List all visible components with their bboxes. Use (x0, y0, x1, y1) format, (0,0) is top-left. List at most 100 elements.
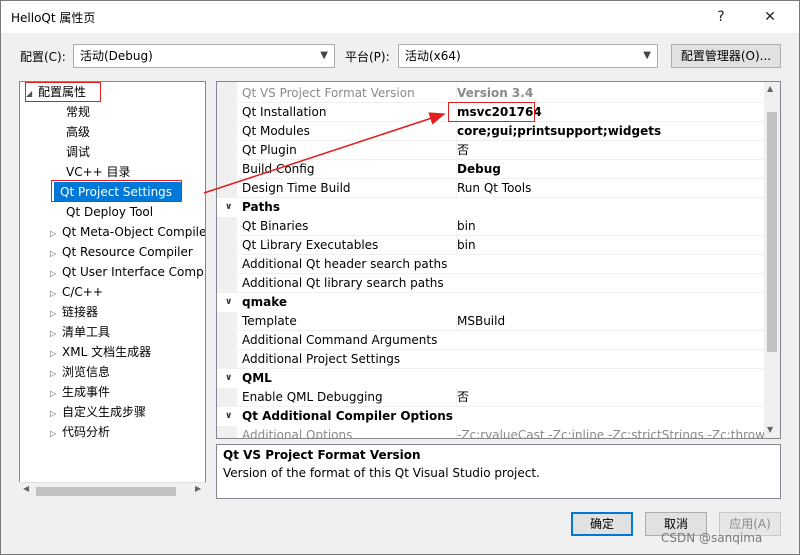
collapse-icon[interactable]: ∨ (225, 407, 232, 426)
tree-item-browse-info[interactable]: ▷ 浏览信息 (50, 362, 110, 382)
tree-item-qt-moc[interactable]: ▷ Qt Meta-Object Compile (50, 222, 206, 242)
property-row[interactable]: Design Time Build Run Qt Tools (217, 179, 765, 198)
tree-item-code-analysis[interactable]: ▷ 代码分析 (50, 422, 110, 442)
description-text: Version of the format of this Qt Visual … (223, 466, 540, 480)
category-paths[interactable]: ∨ Paths (217, 198, 765, 217)
property-row[interactable]: Build Config Debug (217, 160, 765, 179)
property-value: core;gui;printsupport;widgets (456, 122, 661, 141)
expand-icon: ▷ (50, 309, 57, 318)
property-name: Additional Command Arguments (242, 333, 438, 347)
property-row[interactable]: Additional Options -Zc:rvalueCast -Zc:in… (217, 426, 780, 438)
description-pane: Qt VS Project Format Version Version of … (216, 444, 781, 499)
expand-icon: ▷ (50, 369, 57, 378)
tree-item-label: 自定义生成步骤 (62, 405, 147, 419)
tree-item-vc-directories[interactable]: VC++ 目录 (66, 162, 131, 182)
tree-item-manifest-tool[interactable]: ▷ 清单工具 (50, 322, 110, 342)
tree-item-label: C/C++ (62, 285, 103, 299)
tree-item-label: 清单工具 (62, 325, 111, 339)
tree-item-label: Qt Meta-Object Compile (62, 225, 206, 239)
configuration-select[interactable]: 活动(Debug) ▼ (73, 44, 335, 68)
window-title: HelloQt 属性页 (11, 11, 96, 25)
expand-icon: ▷ (50, 349, 57, 358)
property-row[interactable]: Qt Modules core;gui;printsupport;widgets (217, 122, 765, 141)
category-qml[interactable]: ∨ QML (217, 369, 765, 388)
property-row[interactable]: Enable QML Debugging 否 (217, 388, 765, 407)
tree-item-linker[interactable]: ▷ 链接器 (50, 302, 98, 322)
collapse-icon[interactable]: ∨ (225, 198, 232, 217)
close-icon[interactable]: ✕ (755, 5, 785, 29)
expand-icon: ▷ (50, 429, 57, 438)
expand-icon: ▷ (50, 249, 57, 258)
property-row[interactable]: Qt Plugin 否 (217, 141, 765, 160)
expand-icon: ▷ (50, 269, 57, 278)
ok-button[interactable]: 确定 (571, 512, 633, 536)
tree-item-c-cpp[interactable]: ▷ C/C++ (50, 282, 103, 302)
scroll-right-icon[interactable]: ▶ (195, 484, 201, 493)
tree-item-qt-uic[interactable]: ▷ Qt User Interface Comp (50, 262, 204, 282)
expand-icon: ▷ (50, 289, 57, 298)
tree-item-xml-doc-generator[interactable]: ▷ XML 文档生成器 (50, 342, 151, 362)
property-name: Design Time Build (242, 181, 351, 195)
property-row[interactable]: Qt VS Project Format Version Version 3.4 (217, 84, 765, 103)
annotation-box-qt-installation (448, 102, 535, 122)
property-value: Debug (456, 160, 501, 179)
tree-item-advanced[interactable]: 高级 (66, 122, 90, 142)
property-name: Additional Qt library search paths (242, 276, 444, 290)
property-name: Qt Binaries (242, 219, 309, 233)
chevron-down-icon: ▼ (320, 50, 328, 61)
tree-horizontal-scrollbar[interactable]: ◀ ▶ (19, 482, 206, 499)
property-value: Run Qt Tools (456, 179, 531, 198)
scrollbar-thumb[interactable] (767, 112, 777, 352)
scroll-down-icon[interactable]: ▼ (767, 425, 773, 434)
property-name: Qt Plugin (242, 143, 297, 157)
watermark: CSDN @sanqima (661, 531, 763, 545)
tree-item-label: Qt Resource Compiler (62, 245, 193, 259)
tree-item-custom-build-step[interactable]: ▷ 自定义生成步骤 (50, 402, 146, 422)
property-tree: ◢ 配置属性 常规 高级 调试 VC++ 目录 Qt Project Settin… (19, 81, 206, 499)
tree-item-qt-deploy-tool[interactable]: Qt Deploy Tool (66, 202, 153, 222)
category-qmake[interactable]: ∨ qmake (217, 293, 765, 312)
annotation-box-qt-settings (51, 180, 182, 202)
configuration-manager-button[interactable]: 配置管理器(O)... (671, 44, 781, 68)
configuration-value: 活动(Debug) (80, 49, 153, 63)
tree-item-general[interactable]: 常规 (66, 102, 90, 122)
category-title: Qt Additional Compiler Options (242, 409, 453, 423)
collapse-icon[interactable]: ∨ (225, 369, 232, 388)
grid-vertical-scrollbar[interactable]: ▲ ▼ (764, 82, 780, 438)
expand-icon: ▷ (50, 329, 57, 338)
scroll-left-icon[interactable]: ◀ (23, 484, 29, 493)
property-value: MSBuild (456, 312, 505, 331)
property-name: Additional Qt header search paths (242, 257, 448, 271)
platform-select[interactable]: 活动(x64) ▼ (398, 44, 658, 68)
property-row[interactable]: Additional Project Settings (217, 350, 765, 369)
tree-item-label: Qt User Interface Comp (62, 265, 204, 279)
scroll-up-icon[interactable]: ▲ (767, 84, 773, 93)
property-row[interactable]: Additional Qt library search paths (217, 274, 765, 293)
property-row[interactable]: Additional Command Arguments (217, 331, 765, 350)
property-row[interactable]: Qt Library Executables bin (217, 236, 765, 255)
tree-item-qt-rcc[interactable]: ▷ Qt Resource Compiler (50, 242, 193, 262)
property-value: bin (456, 236, 476, 255)
help-icon[interactable]: ? (706, 5, 736, 29)
property-row[interactable]: Template MSBuild (217, 312, 765, 331)
expand-icon: ▷ (50, 229, 57, 238)
property-row[interactable]: Qt Binaries bin (217, 217, 765, 236)
collapse-icon[interactable]: ∨ (225, 293, 232, 312)
property-value: 否 (456, 388, 469, 407)
property-name: Template (242, 314, 297, 328)
scrollbar-thumb[interactable] (36, 487, 176, 496)
category-qt-additional-compiler-options[interactable]: ∨ Qt Additional Compiler Options (217, 407, 765, 426)
tree-item-debugging[interactable]: 调试 (66, 142, 90, 162)
description-title: Qt VS Project Format Version (223, 448, 421, 462)
property-row[interactable]: Additional Qt header search paths (217, 255, 765, 274)
property-name: Qt VS Project Format Version (242, 86, 415, 100)
property-grid: Qt VS Project Format Version Version 3.4… (216, 81, 781, 439)
property-name: Build Config (242, 162, 315, 176)
tree-item-label: XML 文档生成器 (62, 345, 152, 359)
property-name: Additional Project Settings (242, 352, 401, 366)
platform-label: 平台(P): (345, 50, 390, 64)
title-bar: HelloQt 属性页 ? ✕ (1, 1, 799, 33)
property-pages-dialog: HelloQt 属性页 ? ✕ 配置(C): 活动(Debug) ▼ 平台(P)… (0, 0, 800, 555)
property-name: Qt Installation (242, 105, 327, 119)
tree-item-build-events[interactable]: ▷ 生成事件 (50, 382, 110, 402)
